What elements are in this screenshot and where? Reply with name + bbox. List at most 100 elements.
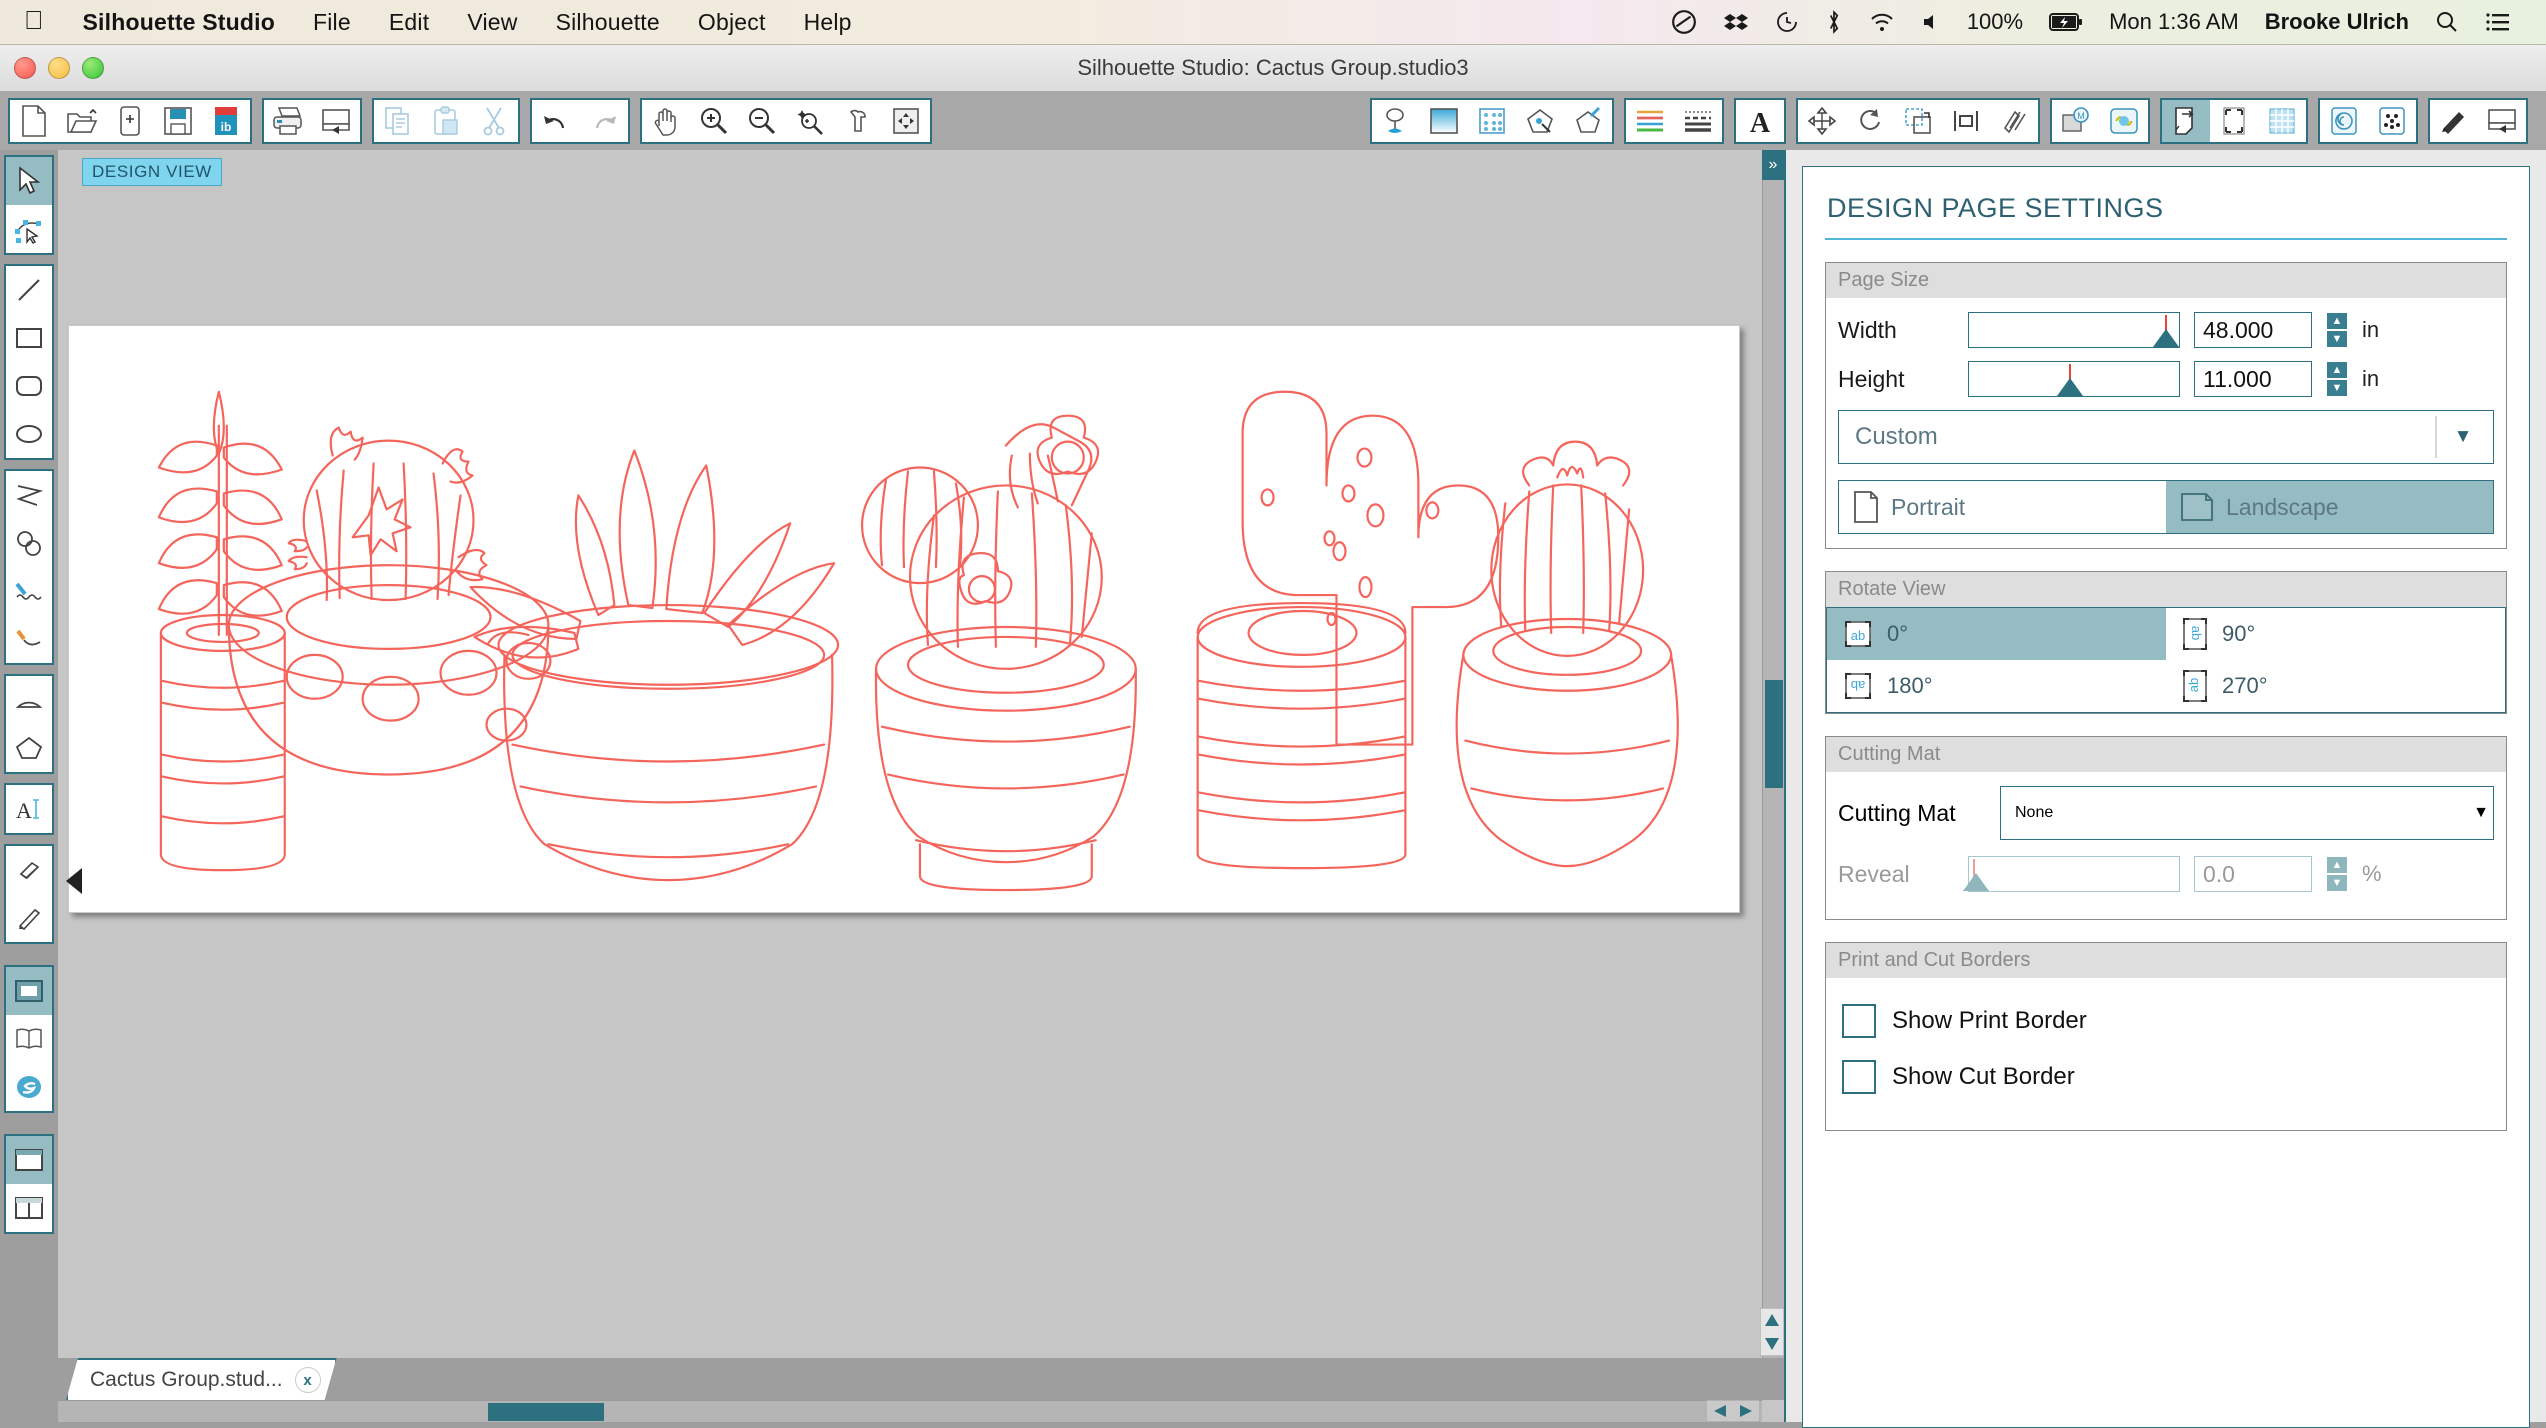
minimize-window-button[interactable] xyxy=(48,57,70,79)
text-tool[interactable]: A xyxy=(6,785,52,833)
modify-icon[interactable]: M xyxy=(2052,100,2100,142)
design-panel-icon[interactable] xyxy=(6,967,52,1015)
menu-app-name[interactable]: Silhouette Studio xyxy=(64,9,295,36)
vertical-scrollbar-thumb[interactable] xyxy=(1765,680,1783,788)
curve-tool[interactable] xyxy=(6,519,52,567)
line-color-icon[interactable] xyxy=(1516,100,1564,142)
regular-polygon-tool[interactable] xyxy=(6,724,52,772)
send-panel-icon[interactable] xyxy=(2478,100,2526,142)
arc-tool[interactable] xyxy=(6,676,52,724)
ellipse-tool[interactable] xyxy=(6,410,52,458)
smooth-freehand-tool[interactable] xyxy=(6,615,52,663)
freehand-tool[interactable] xyxy=(6,567,52,615)
fit-to-window-icon[interactable] xyxy=(882,100,930,142)
show-cut-border-checkbox[interactable] xyxy=(1842,1060,1876,1094)
registration-marks-icon[interactable] xyxy=(2210,100,2258,142)
close-window-button[interactable] xyxy=(14,57,36,79)
show-print-border-checkbox[interactable] xyxy=(1842,1004,1876,1038)
zoom-region-icon[interactable] xyxy=(834,100,882,142)
height-input[interactable]: 11.000 xyxy=(2194,361,2312,397)
zoom-in-icon[interactable] xyxy=(690,100,738,142)
polygon-tool[interactable] xyxy=(6,471,52,519)
document-tab[interactable]: Cactus Group.stud... x xyxy=(66,1358,337,1400)
notification-center-icon[interactable] xyxy=(2472,11,2524,33)
height-slider-knob[interactable] xyxy=(2057,378,2083,396)
menu-clock[interactable]: Mon 1:36 AM xyxy=(2096,9,2252,35)
new-document-icon[interactable] xyxy=(10,100,58,142)
chevron-down-icon[interactable]: ▼ xyxy=(2473,804,2489,822)
line-thickness-icon[interactable] xyxy=(1674,100,1722,142)
save-icon[interactable] xyxy=(154,100,202,142)
width-stepper-down[interactable]: ▼ xyxy=(2326,330,2348,348)
close-icon[interactable]: x xyxy=(295,1367,321,1393)
maximize-window-button[interactable] xyxy=(82,57,104,79)
horizontal-scrollbar-thumb[interactable] xyxy=(488,1403,604,1421)
reveal-stepper[interactable]: ▲ ▼ xyxy=(2326,856,2348,892)
reveal-stepper-up[interactable]: ▲ xyxy=(2326,856,2348,874)
rectangle-tool[interactable] xyxy=(6,314,52,362)
undo-icon[interactable] xyxy=(532,100,580,142)
width-input[interactable]: 48.000 xyxy=(2194,312,2312,348)
line-tool[interactable] xyxy=(6,266,52,314)
wifi-icon[interactable] xyxy=(1856,11,1908,33)
cut-scissors-icon[interactable] xyxy=(470,100,518,142)
move-transform-icon[interactable] xyxy=(1798,100,1846,142)
store-panel-icon[interactable] xyxy=(6,1063,52,1111)
page-preset-dropdown[interactable]: Custom ▼ xyxy=(1838,410,2494,464)
height-stepper[interactable]: ▲ ▼ xyxy=(2326,361,2348,397)
height-slider[interactable] xyxy=(1968,361,2180,397)
text-style-icon[interactable]: A xyxy=(1736,100,1784,142)
rotate-270-button[interactable]: ab 270° xyxy=(2166,660,2505,712)
height-stepper-down[interactable]: ▼ xyxy=(2326,379,2348,397)
grid-settings-icon[interactable] xyxy=(2258,100,2306,142)
scale-icon[interactable] xyxy=(1894,100,1942,142)
edit-points-tool[interactable] xyxy=(6,205,52,253)
zoom-selection-icon[interactable] xyxy=(786,100,834,142)
volume-icon[interactable] xyxy=(1908,11,1954,33)
orientation-portrait-button[interactable]: Portrait xyxy=(1839,481,2166,533)
height-stepper-up[interactable]: ▲ xyxy=(2326,361,2348,379)
copy-icon[interactable] xyxy=(374,100,422,142)
expand-panel-button[interactable]: » xyxy=(1762,150,1784,180)
replicate-icon[interactable] xyxy=(1990,100,2038,142)
orientation-landscape-button[interactable]: Landscape xyxy=(2166,481,2493,533)
save-to-library-icon[interactable]: ib xyxy=(202,100,250,142)
design-page[interactable] xyxy=(68,325,1740,913)
split-view-layout-icon[interactable] xyxy=(6,1184,52,1232)
dropbox-icon[interactable] xyxy=(1710,10,1762,34)
print-icon[interactable] xyxy=(264,100,312,142)
align-icon[interactable] xyxy=(1942,100,1990,142)
design-canvas[interactable]: DESIGN VIEW » xyxy=(58,150,1784,1422)
menu-item-help[interactable]: Help xyxy=(785,9,871,36)
show-cut-border-row[interactable]: Show Cut Border xyxy=(1842,1060,2494,1094)
width-slider-knob[interactable] xyxy=(2153,329,2179,347)
canvas-hscroll-step-buttons[interactable] xyxy=(1706,1400,1760,1422)
width-slider[interactable] xyxy=(1968,312,2180,348)
spotlight-search-icon[interactable] xyxy=(2422,10,2472,34)
canvas-scroll-step-buttons[interactable] xyxy=(1759,1307,1785,1357)
time-machine-icon[interactable] xyxy=(1762,10,1812,34)
knife-spiral-icon[interactable] xyxy=(2320,100,2368,142)
canvas-horizontal-scrollbar[interactable] xyxy=(58,1400,1762,1422)
line-style-icon[interactable] xyxy=(1626,100,1674,142)
rounded-rectangle-tool[interactable] xyxy=(6,362,52,410)
rhinestones-icon[interactable] xyxy=(2368,100,2416,142)
pan-hand-icon[interactable] xyxy=(642,100,690,142)
redo-icon[interactable] xyxy=(580,100,628,142)
chevron-down-icon[interactable]: ▼ xyxy=(2435,416,2489,458)
creative-cloud-icon[interactable] xyxy=(1658,9,1710,35)
rotate-icon[interactable] xyxy=(1846,100,1894,142)
rotate-180-button[interactable]: ab 180° xyxy=(1827,660,2166,712)
battery-charging-icon[interactable] xyxy=(2036,12,2096,32)
show-print-border-row[interactable]: Show Print Border xyxy=(1842,1004,2494,1038)
select-arrow-tool[interactable] xyxy=(6,157,52,205)
width-stepper-up[interactable]: ▲ xyxy=(2326,312,2348,330)
bluetooth-icon[interactable] xyxy=(1812,9,1856,35)
fill-pattern-icon[interactable] xyxy=(1468,100,1516,142)
reveal-slider-knob[interactable] xyxy=(1963,873,1989,891)
eraser-tool[interactable] xyxy=(6,846,52,894)
menu-item-view[interactable]: View xyxy=(448,9,536,36)
paste-icon[interactable] xyxy=(422,100,470,142)
fill-color-icon[interactable] xyxy=(1372,100,1420,142)
reveal-input[interactable]: 0.0 xyxy=(2194,856,2312,892)
